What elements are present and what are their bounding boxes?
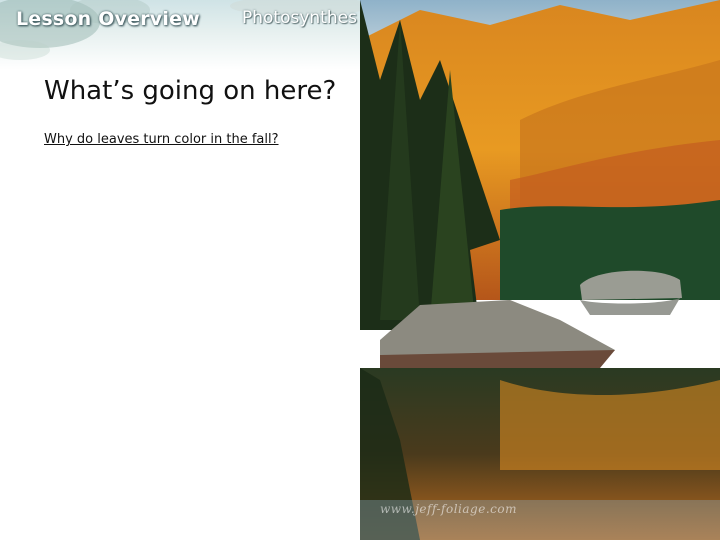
topic-label: Photosynthes — [242, 8, 357, 28]
section-label: Lesson Overview — [16, 8, 200, 30]
photo-watermark: www.jeff-foliage.com — [380, 502, 517, 516]
autumn-lake-photo — [360, 0, 720, 540]
slide-title: What’s going on here? — [44, 76, 337, 106]
slide-question: Why do leaves turn color in the fall? — [44, 132, 279, 147]
